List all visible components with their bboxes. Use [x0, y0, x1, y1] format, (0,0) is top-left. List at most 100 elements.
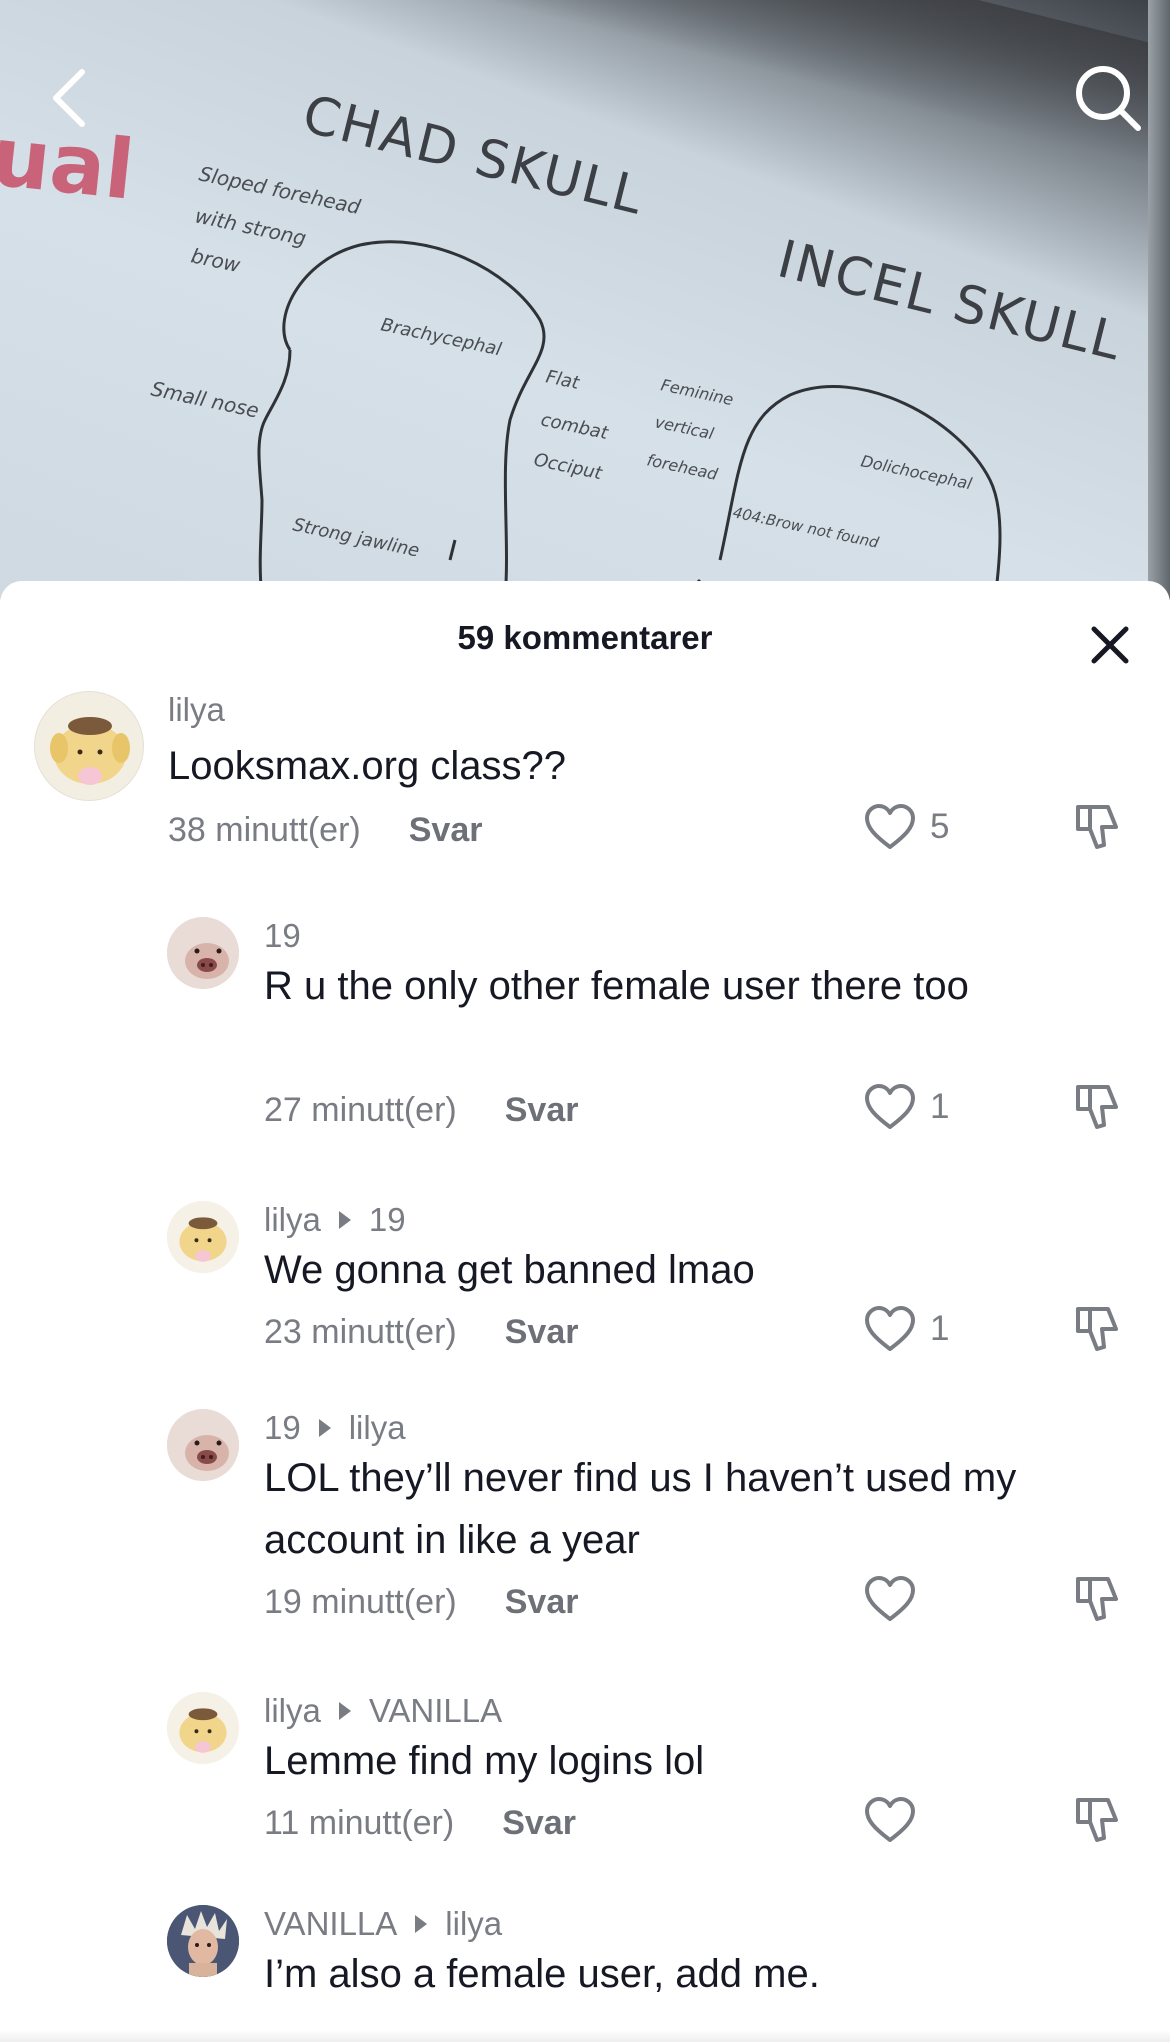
- chevron-left-icon: [53, 69, 85, 127]
- slide-annotation: Flat: [544, 366, 582, 394]
- comment-username[interactable]: 19 lilya: [264, 1409, 406, 1447]
- comment-username[interactable]: lilya VANILLA: [264, 1692, 502, 1730]
- video-background: ual CHAD SKULL INCEL SKULL Sloped forehe…: [0, 0, 1170, 600]
- reply-button[interactable]: Svar: [505, 1583, 579, 1622]
- slide-annotation: Strong jawline: [291, 514, 421, 561]
- slide-annotation: Dolichocephal: [859, 451, 974, 493]
- comment-text: Looksmax.org class??: [168, 744, 566, 788]
- comment-author[interactable]: lilya: [264, 1692, 321, 1730]
- avatar[interactable]: [34, 691, 144, 801]
- scroll-fade: [0, 2030, 1170, 2042]
- comment-meta: 27 minutt(er) Svar: [264, 1091, 578, 1130]
- slide-annotation: vertical: [653, 412, 716, 443]
- slide-annotation: Feminine: [659, 375, 735, 409]
- pompompurin-icon: [50, 717, 130, 785]
- reply-button[interactable]: Svar: [505, 1313, 579, 1352]
- person-icon: [167, 1905, 239, 1977]
- comment-text: Lemme find my logins lol: [264, 1739, 705, 1783]
- avatar[interactable]: [167, 1692, 239, 1764]
- comment-time: 19 minutt(er): [264, 1583, 457, 1621]
- comment-time: 38 minutt(er): [168, 811, 361, 849]
- comment-text: We gonna get banned lmao: [264, 1248, 755, 1292]
- slide-annotation: combat: [539, 409, 611, 444]
- thumbs-down-icon: [1076, 1798, 1118, 1842]
- comment-meta: 11 minutt(er) Svar: [264, 1804, 576, 1843]
- like-button[interactable]: [864, 1796, 930, 1844]
- comment-reply-to[interactable]: lilya: [349, 1409, 406, 1447]
- avatar[interactable]: [167, 1201, 239, 1273]
- comment-item: 19 R u the only other female user there …: [0, 917, 1170, 1167]
- comment-meta: 23 minutt(er) Svar: [264, 1313, 578, 1352]
- dislike-button[interactable]: [1068, 797, 1128, 857]
- reply-button[interactable]: Svar: [409, 811, 483, 850]
- comment-item: 19 lilya LOL they’ll never find us I hav…: [0, 1409, 1170, 1659]
- search-icon: [1076, 66, 1141, 131]
- like-button[interactable]: 1: [864, 1083, 949, 1131]
- comment-username[interactable]: lilya 19: [264, 1201, 406, 1239]
- reply-button[interactable]: Svar: [505, 1091, 579, 1130]
- heart-icon: [865, 1797, 915, 1842]
- comment-time: 27 minutt(er): [264, 1091, 457, 1129]
- dislike-button[interactable]: [1068, 1569, 1128, 1629]
- dislike-button[interactable]: [1068, 1077, 1128, 1137]
- dislike-button[interactable]: [1068, 1299, 1128, 1359]
- thumbs-down-icon: [1076, 1085, 1118, 1129]
- comment-author[interactable]: lilya: [264, 1201, 321, 1239]
- comment-text: R u the only other female user there too: [264, 964, 969, 1008]
- reply-arrow-icon: [318, 1419, 331, 1437]
- pompompurin-icon: [167, 1692, 239, 1764]
- pig-icon: [167, 1409, 239, 1481]
- slide-right-title: INCEL SKULL: [772, 229, 1129, 373]
- back-button[interactable]: [28, 58, 108, 138]
- avatar[interactable]: [167, 1409, 239, 1481]
- comment-author[interactable]: lilya: [168, 691, 225, 729]
- search-button[interactable]: [1068, 58, 1148, 138]
- heart-icon: [865, 804, 915, 849]
- heart-icon: [865, 1306, 915, 1351]
- avatar[interactable]: [167, 1905, 239, 1977]
- comment-reply-to[interactable]: lilya: [445, 1905, 502, 1943]
- reply-arrow-icon: [338, 1702, 351, 1720]
- pig-icon: [167, 917, 239, 989]
- comment-username[interactable]: 19: [264, 917, 301, 955]
- comment-item: lilya VANILLA Lemme find my logins lol 1…: [0, 1692, 1170, 1882]
- reply-button[interactable]: Svar: [502, 1804, 576, 1843]
- like-button[interactable]: [864, 1575, 930, 1623]
- comment-username[interactable]: VANILLA lilya: [264, 1905, 502, 1943]
- reply-arrow-icon: [415, 1915, 428, 1933]
- like-count: 5: [930, 807, 950, 846]
- thumbs-down-icon: [1076, 805, 1118, 849]
- comment-time: 11 minutt(er): [264, 1804, 455, 1842]
- dislike-button[interactable]: [1068, 1790, 1128, 1850]
- heart-icon: [865, 1084, 915, 1129]
- slide-annotation: Brachycephal: [379, 314, 503, 360]
- close-icon: [1091, 626, 1129, 664]
- comment-author[interactable]: VANILLA: [264, 1905, 397, 1943]
- chad-jaw-mark: [448, 539, 457, 561]
- slide-annotation: brow: [189, 243, 243, 277]
- like-button[interactable]: 5: [864, 803, 949, 851]
- pompompurin-icon: [167, 1201, 239, 1273]
- slide-annotation: forehead: [645, 450, 720, 484]
- chad-face-outline: [257, 349, 292, 600]
- comment-meta: 38 minutt(er) Svar: [168, 811, 482, 850]
- like-button[interactable]: 1: [864, 1305, 949, 1353]
- comment-item: lilya 19 We gonna get banned lmao 23 min…: [0, 1201, 1170, 1391]
- comment-meta: 19 minutt(er) Svar: [264, 1583, 578, 1622]
- comment-reply-to[interactable]: 19: [369, 1201, 406, 1239]
- comment-author[interactable]: 19: [264, 917, 301, 955]
- close-button[interactable]: [1078, 613, 1142, 677]
- comment-author[interactable]: 19: [264, 1409, 301, 1447]
- slide-annotation: 404:Brow not found: [731, 503, 881, 552]
- slide-annotation: with strong: [193, 203, 308, 250]
- comment-item: lilya Looksmax.org class?? 38 minutt(er)…: [0, 691, 1170, 881]
- slide-annotation: Small nose: [149, 376, 261, 422]
- comment-text: LOL they’ll never find us I haven’t used…: [264, 1456, 1017, 1562]
- comment-text: I’m also a female user, add me.: [264, 1952, 820, 1996]
- comments-header: 59 kommentarer: [0, 581, 1170, 701]
- avatar[interactable]: [167, 917, 239, 989]
- comment-reply-to[interactable]: VANILLA: [369, 1692, 502, 1730]
- heart-icon: [865, 1576, 915, 1621]
- incel-skull-outline: [718, 385, 1002, 600]
- comment-username[interactable]: lilya: [168, 691, 225, 729]
